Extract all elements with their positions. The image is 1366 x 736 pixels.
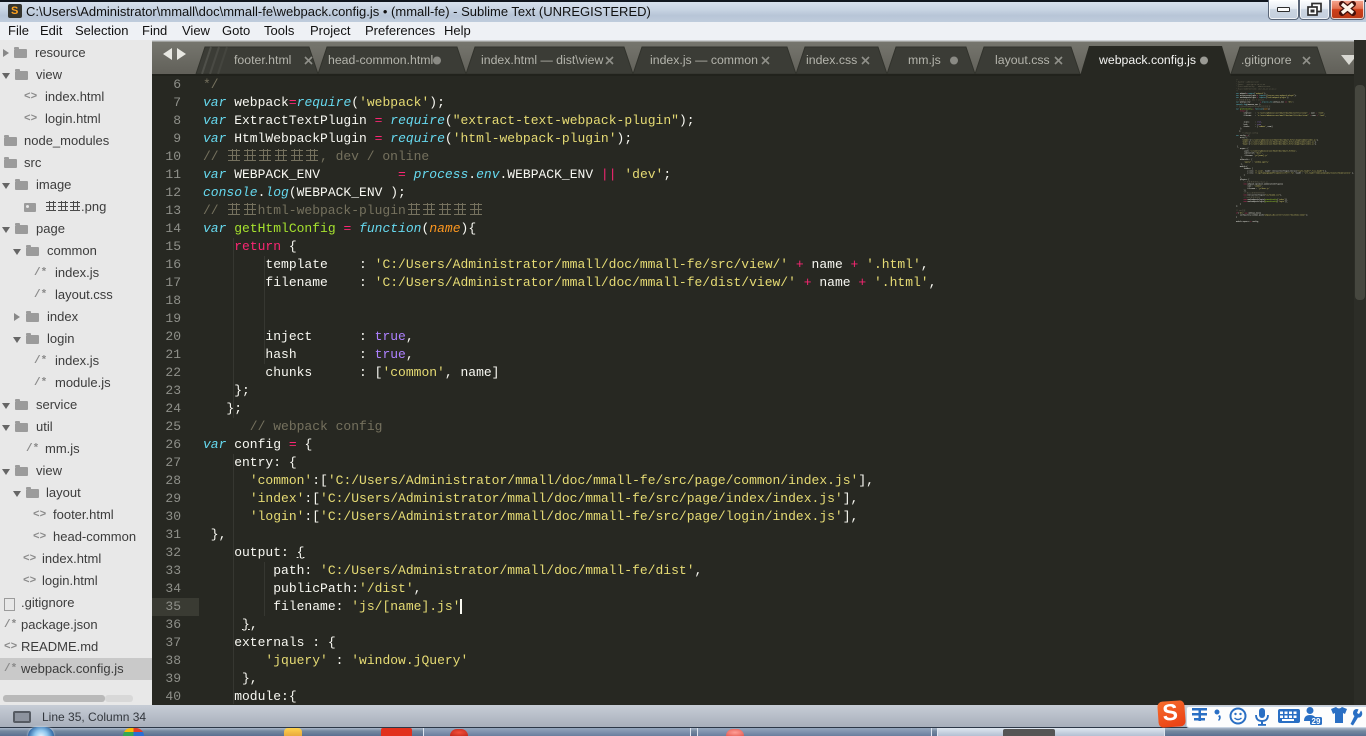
svg-text:footer.html: footer.html — [234, 53, 291, 67]
svg-text:layout.css: layout.css — [995, 53, 1050, 67]
svg-text:index.js — common: index.js — common — [650, 53, 758, 67]
svg-text:29: 29 — [1312, 717, 1321, 726]
svg-text:.gitignore: .gitignore — [1241, 53, 1292, 67]
svg-text:mm.js: mm.js — [908, 53, 941, 67]
svg-text:index.css: index.css — [806, 53, 857, 67]
svg-text:webpack.config.js: webpack.config.js — [1098, 53, 1196, 67]
svg-text:head-common.html: head-common.html — [328, 53, 433, 67]
svg-text:index.html — dist\view: index.html — dist\view — [481, 53, 603, 67]
